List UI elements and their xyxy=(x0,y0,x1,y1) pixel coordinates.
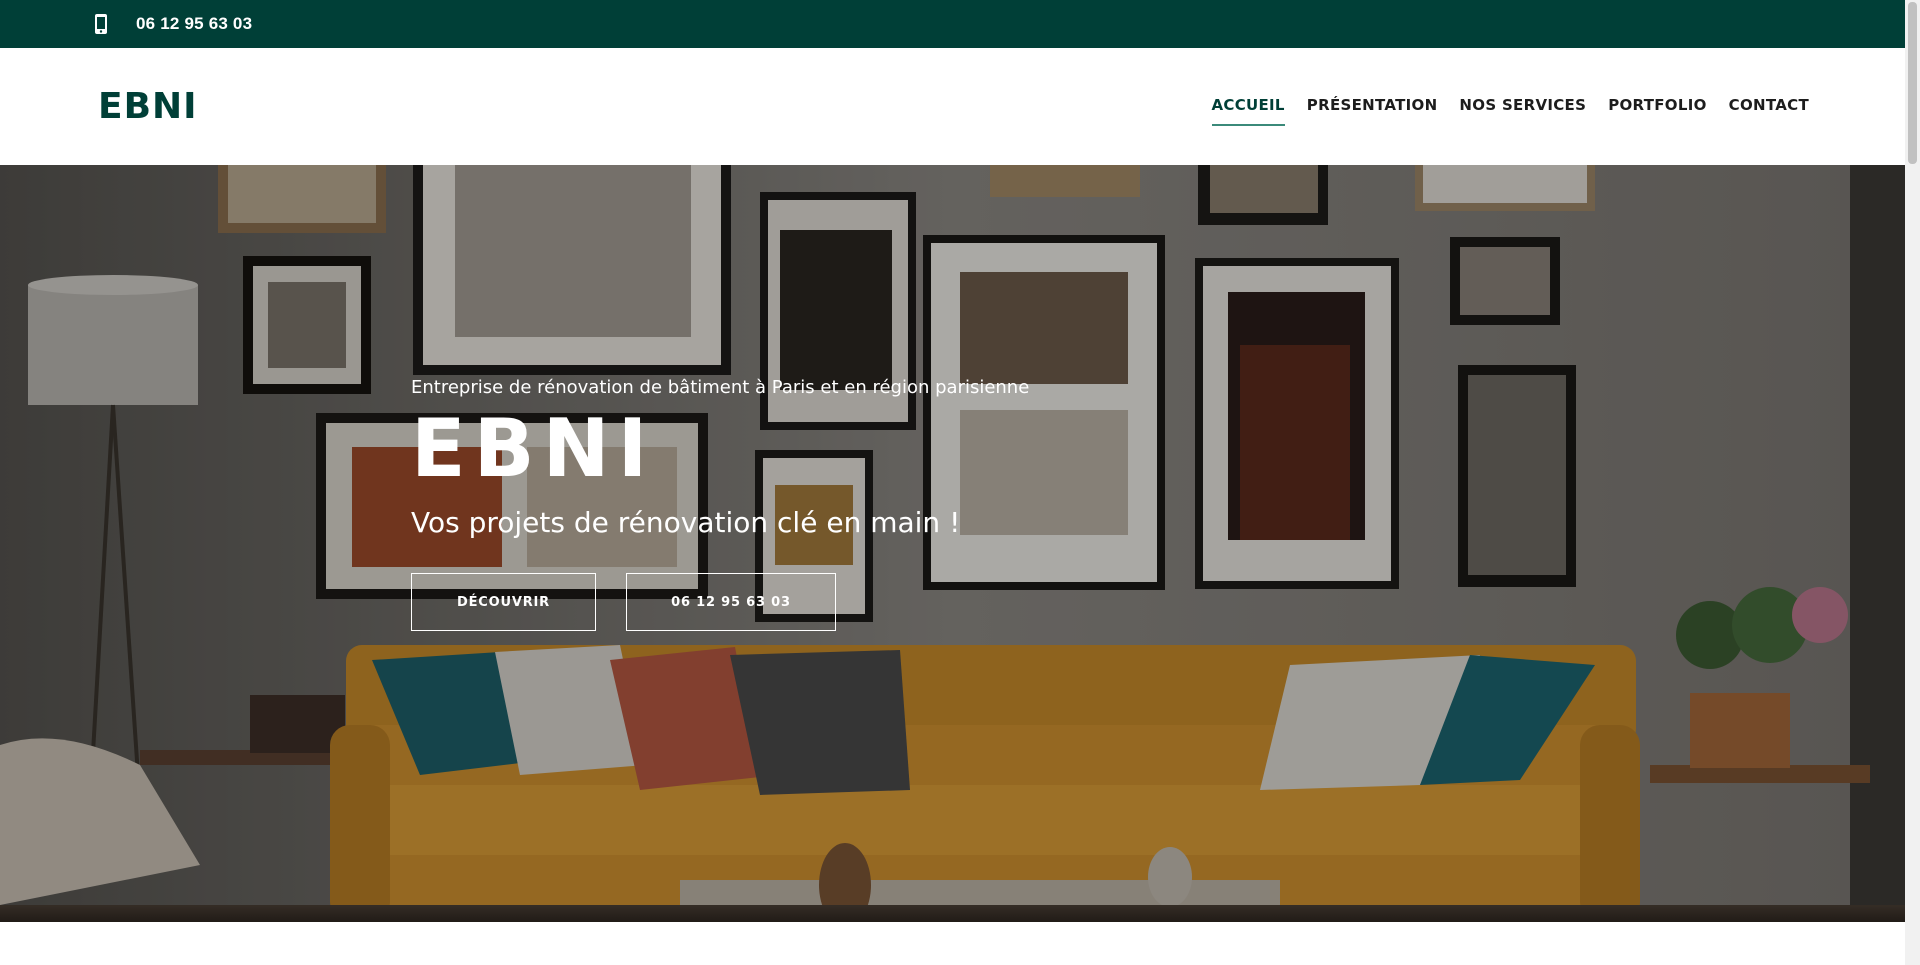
nav-item-portfolio[interactable]: PORTFOLIO xyxy=(1608,96,1706,126)
hero-title: EBNI xyxy=(411,402,656,495)
top-bar-phone-number[interactable]: 06 12 95 63 03 xyxy=(136,14,252,34)
hero-subtitle: Vos projets de rénovation clé en main ! xyxy=(411,506,961,539)
hero-tagline: Entreprise de rénovation de bâtiment à P… xyxy=(411,377,1030,398)
nav-item-contact[interactable]: CONTACT xyxy=(1729,96,1809,126)
top-bar-phone[interactable]: 06 12 95 63 03 xyxy=(94,12,252,36)
hero-content: Entreprise de rénovation de bâtiment à P… xyxy=(411,377,1029,631)
page-scrollbar[interactable] xyxy=(1905,0,1920,965)
call-phone-button[interactable]: 06 12 95 63 03 xyxy=(626,573,836,631)
hero-buttons: DÉCOUVRIR 06 12 95 63 03 xyxy=(411,573,1029,631)
nav-item-presentation[interactable]: PRÉSENTATION xyxy=(1307,96,1438,126)
phone-icon xyxy=(95,14,107,34)
nav-item-nos-services[interactable]: NOS SERVICES xyxy=(1459,96,1586,126)
scrollbar-thumb[interactable] xyxy=(1908,2,1917,164)
discover-button[interactable]: DÉCOUVRIR xyxy=(411,573,596,631)
main-nav: ACCUEIL PRÉSENTATION NOS SERVICES PORTFO… xyxy=(1190,96,1810,126)
top-bar: 06 12 95 63 03 xyxy=(0,0,1905,48)
hero-section: Entreprise de rénovation de bâtiment à P… xyxy=(0,165,1905,922)
site-logo[interactable]: EBNI xyxy=(98,86,198,127)
site-header: EBNI ACCUEIL PRÉSENTATION NOS SERVICES P… xyxy=(0,48,1905,165)
nav-item-accueil[interactable]: ACCUEIL xyxy=(1211,96,1286,126)
